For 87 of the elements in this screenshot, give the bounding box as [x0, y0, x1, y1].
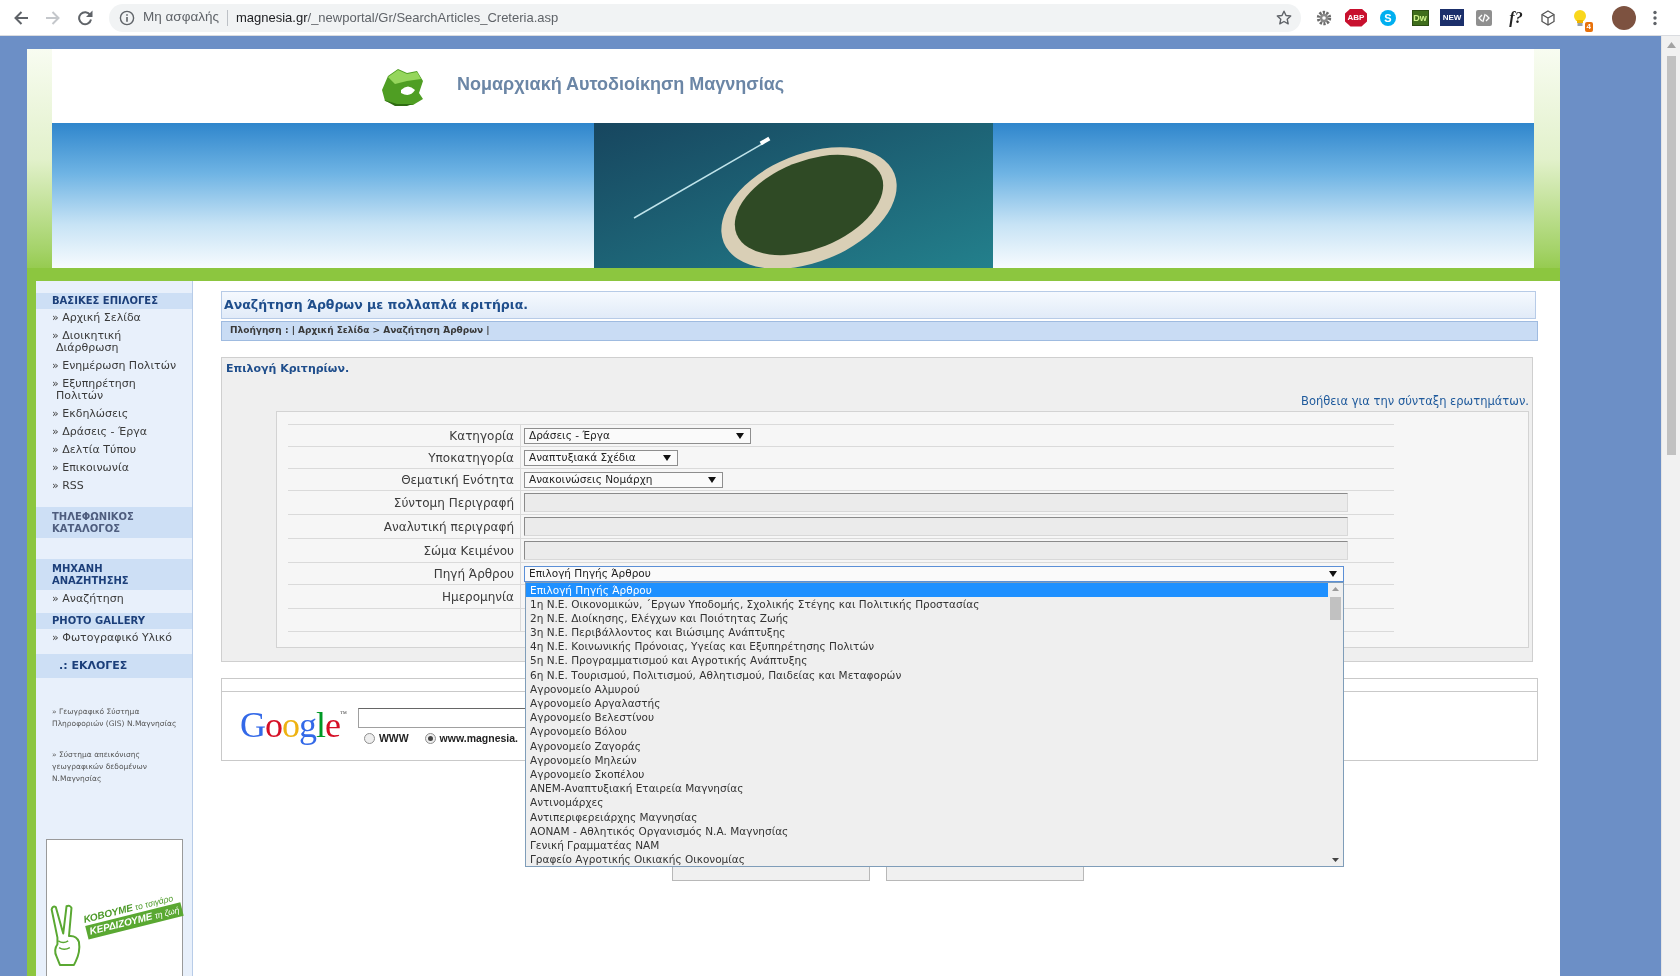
- sidebar-heading: ΤΗΛΕΦΩΝΙΚΟΣ ΚΑΤΑΛΟΓΟΣ: [36, 507, 192, 538]
- sidebar-link[interactable]: » Εξυπηρέτηση Πολιτών: [52, 378, 180, 402]
- sidebar-link[interactable]: » Ενημέρωση Πολιτών: [52, 360, 177, 372]
- sidebar-link[interactable]: » Δράσεις - Έργα: [52, 426, 147, 438]
- extension-button[interactable]: Dw: [1411, 9, 1429, 26]
- caret-icon: [1329, 570, 1337, 577]
- bookmark-star-icon[interactable]: [1276, 9, 1292, 26]
- back-icon[interactable]: [13, 9, 29, 26]
- extension-button[interactable]: f?: [1509, 8, 1523, 27]
- dropdown-select[interactable]: Δράσεις - Έργα: [524, 427, 751, 444]
- sidebar-link[interactable]: » RSS: [52, 480, 84, 492]
- scroll-up-icon[interactable]: [1332, 586, 1339, 591]
- field-label: Κατηγορία: [449, 427, 514, 445]
- dropdown-option[interactable]: 1η Ν.Ε. Οικονομικών, ΄Εργων Υποδομής, Σχολικής Στέγης και Πολιτικής Προστασίας: [526, 596, 1328, 611]
- radio-button[interactable]: [424, 733, 436, 745]
- dropdown-option[interactable]: ΑΟΝΑΜ - Αθλητικός Οργανισμός Ν.Α. Μαγνησίας: [526, 823, 1328, 838]
- dropdown-option[interactable]: Αγρονομείο Σκοπέλου: [526, 766, 1328, 782]
- dropdown-option[interactable]: Γενική Γραμματέας ΝΑΜ: [526, 837, 1328, 853]
- sidebar-link[interactable]: » Φωτογραφικό Υλικό: [52, 632, 173, 644]
- sidebar-link[interactable]: » Αρχική Σελίδα: [52, 312, 141, 324]
- dropdown-option[interactable]: 3η Ν.Ε. Περιβάλλοντος και Βιώσιμης Ανάπτυξης: [526, 625, 1328, 640]
- caret-icon: [663, 454, 671, 461]
- field-label: Σώμα Κειμένου: [423, 542, 514, 560]
- extension-button[interactable]: NEW: [1440, 9, 1464, 26]
- address-bar[interactable]: Μη ασφαλής magnesia.gr/_newportal/Gr/SearchArticles_Creteria.asp: [109, 3, 1301, 32]
- caret-icon: [708, 476, 716, 483]
- text-field[interactable]: [524, 517, 1348, 536]
- dropdown-option[interactable]: 6η Ν.Ε. Τουρισμού, Πολιτισμού, Αθλητισμού, Παιδείας και Μεταφορών: [526, 667, 1328, 682]
- sidebar-link[interactable]: » Εκδηλώσεις: [52, 408, 129, 420]
- scrollbar-thumb[interactable]: [1666, 56, 1676, 455]
- dropdown-option[interactable]: 4η Ν.Ε. Κοινωνικής Πρόνοιας, Υγείας και Εξυπηρέτησης Πολιτών: [526, 639, 1328, 654]
- scroll-down-icon[interactable]: [1332, 858, 1339, 863]
- url-text: magnesia.gr/_newportal/Gr/SearchArticles_Creteria.asp: [235, 8, 559, 27]
- dropdown-option[interactable]: Αγρονομείο Μηλεών: [526, 752, 1328, 767]
- gear-icon[interactable]: [1316, 9, 1332, 26]
- count-badge: 4: [1584, 21, 1593, 32]
- sidebar-heading: ΒΑΣΙΚΕΣ ΕΠΙΛΟΓΕΣ: [36, 293, 192, 309]
- sidebar-link[interactable]: » Διοικητική Διάρθρωση: [52, 330, 180, 354]
- field-label: Αναλυτική περιγραφή: [383, 518, 514, 536]
- dropdown-select[interactable]: Αναπτυξιακά Σχέδια: [524, 449, 678, 466]
- panel-title: Επιλογή Κριτηρίων.: [226, 361, 350, 377]
- sidebar-link[interactable]: » Δελτία Τύπου: [52, 444, 137, 456]
- field-label: Σύντομη Περιγραφή: [393, 494, 514, 512]
- dropdown-option[interactable]: ΑΝΕΜ-Αναπτυξιακή Εταιρεία Μαγνησίας: [526, 781, 1328, 796]
- extension-button[interactable]: ABP: [1345, 8, 1367, 27]
- dropdown-select[interactable]: Επιλογή Πηγής Άρθρου: [524, 565, 1344, 582]
- dropdown-option[interactable]: Αγρονομείο Αργαλαστής: [526, 696, 1328, 711]
- sidebar-heading: .: ΕΚΛΟΓΕΣ: [36, 654, 192, 678]
- page-title: Αναζήτηση Άρθρων με πολλαπλά κριτήρια.: [224, 295, 528, 314]
- dropdown-option[interactable]: Αγρονομείο Ζαγοράς: [526, 738, 1328, 753]
- dropdown-option[interactable]: Αντινομάρχες: [526, 795, 1328, 810]
- sidebar-link[interactable]: » Επικοινωνία: [52, 462, 129, 474]
- field-label: Θεματική Ενότητα: [401, 471, 514, 489]
- info-icon[interactable]: [119, 9, 135, 26]
- help-link[interactable]: Βοήθεια για την σύνταξη ερωτημάτων.: [1301, 393, 1529, 409]
- dropdown-option[interactable]: Αγρονομείο Βόλου: [526, 724, 1328, 739]
- dropdown-option[interactable]: Γραφείο Αγροτικής Οικιακής Οικονομίας: [526, 852, 1328, 867]
- radio-button[interactable]: [363, 733, 375, 745]
- text-field[interactable]: [524, 541, 1348, 560]
- dropdown-option[interactable]: 2η Ν.Ε. Διοίκησης, Ελέγχων και Ποιότητας Ζωής: [526, 610, 1328, 626]
- dropdown-select[interactable]: Ανακοινώσεις Νομάρχη: [524, 471, 723, 488]
- field-label: Υποκατηγορία: [428, 449, 514, 467]
- security-label: Μη ασφαλής: [143, 8, 219, 27]
- text-field[interactable]: [524, 493, 1348, 512]
- lightbulb-icon[interactable]: [1572, 8, 1588, 27]
- cube-icon[interactable]: [1540, 9, 1556, 26]
- breadcrumb-text: Πλοήγηση : | Αρχική Σελίδα > Αναζήτηση Άρθρων |: [230, 324, 490, 338]
- scroll-up-icon[interactable]: [1666, 42, 1676, 48]
- sidebar-link[interactable]: » Αναζήτηση: [52, 593, 124, 605]
- field-label: Πηγή Άρθρου: [433, 565, 514, 583]
- sidebar-heading: ΜΗΧΑΝΗ ΑΝΑΖΗΤΗΣΗΣ: [36, 559, 192, 590]
- site-title: Νομαρχιακή Αυτοδιοίκηση Μαγνησίας: [457, 72, 785, 96]
- sidebar-heading: PHOTO GALLERY: [36, 613, 192, 629]
- radio-label: WWW: [378, 731, 409, 746]
- dropdown-option[interactable]: Αγρονομείο Βελεστίνου: [526, 710, 1328, 725]
- dropdown-option[interactable]: Αντιπεριφερειάρχης Μαγνησίας: [526, 809, 1328, 824]
- scrollbar-thumb[interactable]: [1330, 596, 1341, 620]
- menu-icon[interactable]: [1653, 9, 1657, 26]
- caret-icon: [736, 432, 744, 439]
- avatar-icon[interactable]: [1612, 5, 1636, 30]
- radio-label: www.magnesia.: [439, 731, 518, 746]
- code-icon[interactable]: [1476, 9, 1492, 26]
- dropdown-option[interactable]: 5η Ν.Ε. Προγραμματισμού και Αγροτικής Ανάπτυξης: [526, 653, 1328, 668]
- reload-icon[interactable]: [77, 9, 93, 26]
- field-label: Ημερομηνία: [441, 588, 514, 606]
- page-scrollbar[interactable]: [1661, 36, 1680, 976]
- dropdown-option[interactable]: Αγρονομείο Αλμυρού: [526, 681, 1328, 696]
